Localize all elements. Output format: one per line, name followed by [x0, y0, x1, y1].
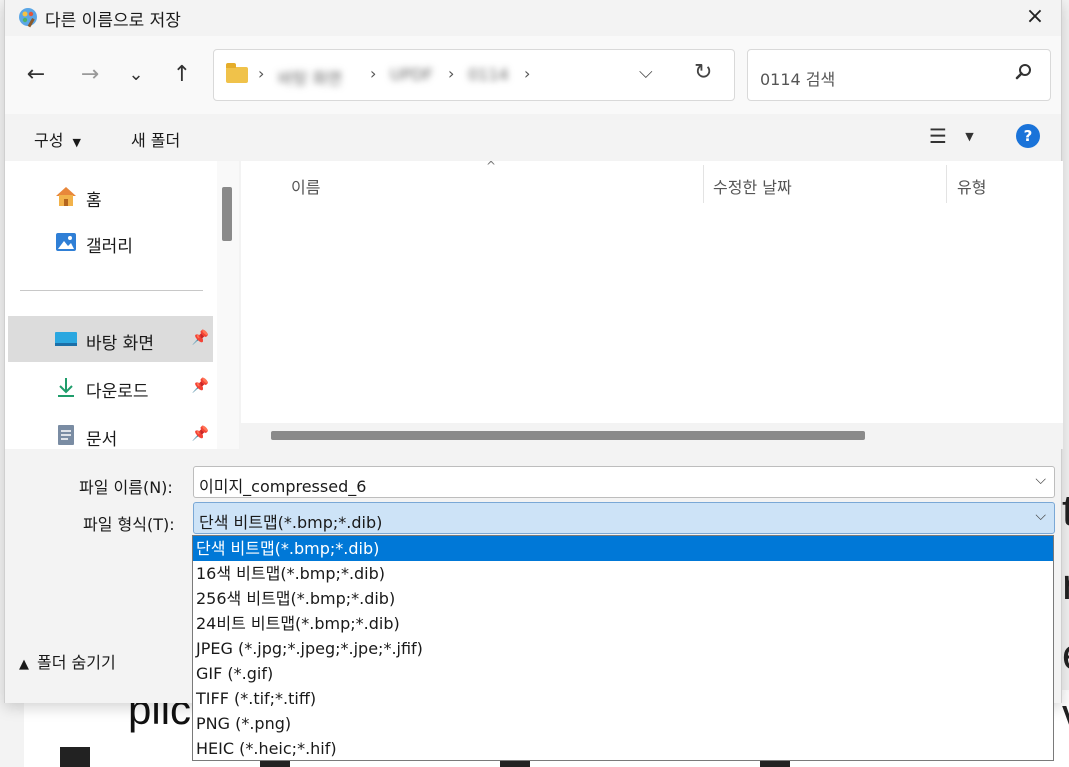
filetype-option[interactable]: 단색 비트맵(*.bmp;*.dib): [193, 536, 1053, 561]
background-glyph: r: [1062, 560, 1069, 610]
view-options-button[interactable]: ☰ ▼: [929, 124, 974, 148]
sidebar-item-label: 홈: [86, 191, 102, 211]
filename-input[interactable]: 이미지_compressed_6: [199, 473, 366, 497]
address-dropdown-icon[interactable]: ⌵: [639, 62, 653, 83]
background-glyph: v: [1062, 690, 1069, 740]
filetype-select[interactable]: 단색 비트맵(*.bmp;*.dib) ⌵: [193, 502, 1055, 534]
pin-icon[interactable]: 📌: [192, 330, 209, 346]
up-arrow-icon[interactable]: ↑: [167, 60, 197, 90]
scrollbar-thumb[interactable]: [271, 431, 865, 440]
filename-label: 파일 이름(N):: [79, 478, 173, 497]
file-list: ^ 이름 수정한 날짜 유형: [241, 159, 1063, 449]
home-icon: [56, 187, 76, 206]
filetype-option[interactable]: TIFF (*.tif;*.tiff): [193, 686, 1053, 711]
organize-button[interactable]: 구성 ▼: [34, 127, 81, 151]
download-icon: [58, 378, 74, 397]
filetype-option[interactable]: 24비트 비트맵(*.bmp;*.dib): [193, 611, 1053, 636]
breadcrumb-chevron-icon: ›: [258, 64, 265, 83]
caret-up-icon: ▲: [19, 657, 29, 672]
folder-icon: [226, 63, 248, 83]
sidebar-item-label: 문서: [86, 430, 118, 449]
filetype-selected-value: 단색 비트맵(*.bmp;*.dib): [199, 513, 383, 532]
filename-field[interactable]: 이미지_compressed_6 ⌵: [193, 466, 1055, 498]
help-icon[interactable]: ?: [1016, 124, 1040, 148]
command-bar: 구성 ▼ 새 폴더 ☰ ▼ ?: [5, 114, 1061, 161]
title-bar: 다른 이름으로 저장 ×: [5, 0, 1061, 36]
sidebar-item-label: 다운로드: [86, 382, 149, 402]
sidebar-divider: [20, 290, 203, 291]
gallery-icon: [56, 233, 76, 251]
recent-locations-chevron-icon[interactable]: ⌄: [121, 60, 151, 90]
filetype-dropdown-list: 단색 비트맵(*.bmp;*.dib) 16색 비트맵(*.bmp;*.dib)…: [192, 535, 1054, 761]
new-folder-button[interactable]: 새 폴더: [131, 127, 180, 151]
sidebar-item-label: 갤러리: [86, 237, 133, 257]
sidebar-item-gallery[interactable]: 갤러리: [8, 219, 213, 265]
chevron-down-icon[interactable]: ⌵: [1035, 472, 1046, 488]
breadcrumb-chevron-icon: ›: [448, 64, 455, 83]
column-divider[interactable]: [703, 165, 704, 203]
breadcrumb-item[interactable]: 0114: [468, 65, 509, 84]
sidebar-scrollbar[interactable]: [217, 161, 239, 449]
filetype-option[interactable]: HEIC (*.heic;*.hif): [193, 736, 1053, 761]
list-view-icon: ☰: [929, 124, 947, 148]
search-box[interactable]: 0114 검색: [747, 49, 1051, 101]
scrollbar-thumb[interactable]: [222, 187, 232, 241]
filetype-option[interactable]: 256색 비트맵(*.bmp;*.dib): [193, 586, 1053, 611]
search-input[interactable]: 0114 검색: [760, 66, 835, 90]
back-arrow-icon[interactable]: ←: [21, 60, 51, 90]
chevron-down-icon[interactable]: ⌵: [1035, 508, 1046, 524]
search-icon[interactable]: [1014, 62, 1034, 82]
paint-app-icon: [19, 8, 37, 28]
background-glyph: e: [1062, 630, 1069, 680]
sidebar-item-label: 바탕 화면: [86, 334, 154, 354]
column-header-name[interactable]: 이름: [291, 161, 320, 203]
forward-arrow-icon[interactable]: →: [75, 60, 105, 90]
dialog-title: 다른 이름으로 저장: [45, 11, 181, 31]
sort-ascending-icon: ^: [486, 159, 497, 173]
column-divider[interactable]: [946, 165, 947, 203]
filetype-option[interactable]: PNG (*.png): [193, 711, 1053, 736]
hide-folders-label: 폴더 숨기기: [37, 653, 116, 672]
navigation-bar: ← → ⌄ ↑ › 바탕 화면 › UPDF › 0114 › ⌵ ↻ 0114…: [5, 36, 1061, 114]
breadcrumb-item[interactable]: 바탕 화면: [278, 65, 342, 89]
horizontal-scrollbar[interactable]: [241, 423, 1063, 449]
pin-icon[interactable]: 📌: [192, 426, 209, 442]
caret-down-icon: ▼: [72, 136, 82, 149]
column-header-date-modified[interactable]: 수정한 날짜: [713, 161, 792, 203]
breadcrumb-chevron-icon: ›: [370, 64, 377, 83]
background-mark: [60, 747, 90, 767]
sidebar-item-home[interactable]: 홈: [8, 173, 213, 219]
caret-down-icon: ▼: [965, 130, 974, 143]
breadcrumb-item[interactable]: UPDF: [390, 65, 433, 84]
sidebar-item-downloads[interactable]: 다운로드 📌: [8, 364, 213, 410]
close-icon[interactable]: ×: [1021, 4, 1049, 30]
filetype-label: 파일 형식(T):: [83, 515, 175, 534]
refresh-icon[interactable]: ↻: [694, 60, 712, 85]
filetype-option[interactable]: GIF (*.gif): [193, 661, 1053, 686]
sidebar-item-documents[interactable]: 문서 📌: [8, 412, 213, 449]
address-bar[interactable]: › 바탕 화면 › UPDF › 0114 › ⌵ ↻: [213, 49, 735, 101]
navigation-pane: 홈 갤러리 바탕 화면 📌 다운로드 �: [5, 161, 217, 449]
pin-icon[interactable]: 📌: [192, 378, 209, 394]
document-icon: [58, 425, 74, 445]
background-glyph: t: [1062, 486, 1069, 535]
desktop-icon: [55, 332, 77, 346]
organize-label: 구성: [34, 131, 64, 150]
filetype-option[interactable]: 16색 비트맵(*.bmp;*.dib): [193, 561, 1053, 586]
sidebar-item-desktop[interactable]: 바탕 화면 📌: [8, 316, 213, 362]
breadcrumb-chevron-icon: ›: [524, 64, 531, 83]
column-header-type[interactable]: 유형: [957, 161, 986, 203]
hide-folders-button[interactable]: ▲ 폴더 숨기기: [19, 649, 116, 673]
filetype-option[interactable]: JPEG (*.jpg;*.jpeg;*.jpe;*.jfif): [193, 636, 1053, 661]
